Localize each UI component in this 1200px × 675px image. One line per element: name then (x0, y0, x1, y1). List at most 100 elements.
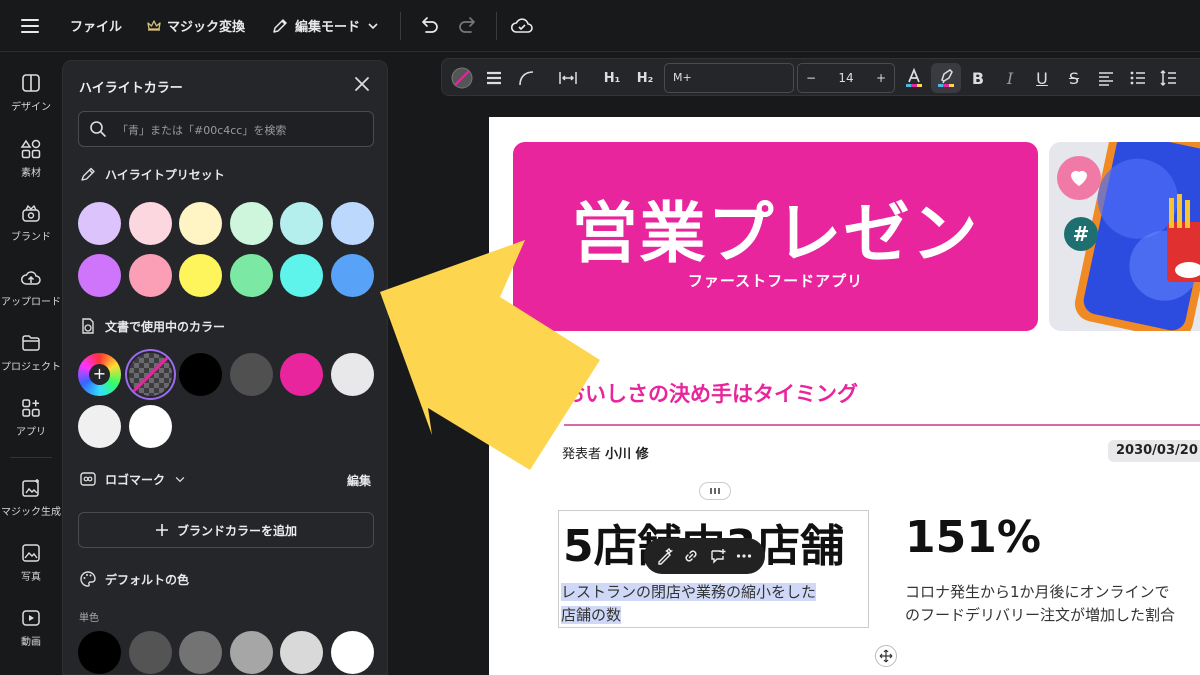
logo-heading[interactable]: ロゴマーク (79, 470, 187, 488)
strikethrough-button[interactable]: S (1060, 59, 1088, 97)
doc-swatch-7[interactable] (78, 405, 121, 448)
doc-swatch-8[interactable] (128, 405, 172, 448)
spacing-button[interactable] (554, 59, 582, 97)
doc-swatch-3[interactable] (179, 353, 222, 396)
banner-subtitle[interactable]: ファーストフードアプリ (513, 270, 1038, 291)
underline-button[interactable]: U (1028, 59, 1056, 97)
stat1-description[interactable]: レストランの閉店や業務の縮小をした 店舗の数 (561, 581, 817, 627)
folder-icon (22, 335, 40, 351)
palette-icon (80, 571, 96, 587)
preset-swatch-1[interactable] (78, 202, 121, 245)
increase-size-button[interactable]: + (876, 71, 886, 85)
date-badge[interactable]: 2030/03/20 (1108, 440, 1200, 462)
default-swatch-2[interactable] (128, 631, 172, 674)
preset-swatch-2[interactable] (128, 202, 172, 245)
magic-edit-icon[interactable] (656, 547, 674, 565)
add-brand-color-button[interactable]: ブランドカラーを追加 (78, 512, 374, 548)
grip-icon (710, 488, 720, 494)
stat2-description[interactable]: コロナ発生から1か月後にオンラインで のフードデリバリー注文が増加した割合 (905, 581, 1175, 627)
preset-swatch-11[interactable] (280, 254, 323, 297)
highlighter-icon (81, 167, 95, 181)
preset-swatch-7[interactable] (78, 254, 121, 297)
line-spacing-button[interactable] (1154, 59, 1182, 97)
move-handle[interactable] (875, 645, 897, 667)
preset-swatch-8[interactable] (128, 254, 172, 297)
doc-swatch-6[interactable] (330, 353, 374, 396)
file-menu[interactable]: ファイル (70, 0, 122, 52)
edit-mode-dropdown[interactable]: 編集モード (271, 0, 380, 52)
preset-swatch-4[interactable] (229, 202, 273, 245)
add-comment-icon[interactable] (709, 547, 727, 565)
heading1-button[interactable]: H₁ (598, 59, 626, 97)
default-swatch-5[interactable] (280, 631, 323, 674)
color-search-input[interactable] (117, 120, 367, 140)
highlight-color-button[interactable] (931, 63, 961, 93)
magic-generate-icon (22, 479, 39, 497)
preset-swatch-9[interactable] (179, 254, 222, 297)
bold-button[interactable]: B (964, 59, 992, 97)
rail-item-projects[interactable]: プロジェクト (0, 332, 62, 373)
rail-item-magic-generate[interactable]: マジック生成 (0, 477, 62, 518)
align-button[interactable] (1092, 59, 1120, 97)
preset-swatch-12[interactable] (330, 254, 374, 297)
doc-swatch-5[interactable] (280, 353, 323, 396)
highlight-swatch-button[interactable] (448, 59, 476, 97)
line-spacing-icon (1160, 69, 1176, 87)
transparent-swatch-icon (451, 67, 473, 89)
transparent-swatch-selected[interactable] (128, 353, 172, 396)
headline[interactable]: おいしさの決め手はタイミング (564, 378, 858, 408)
undo-icon[interactable] (414, 12, 442, 40)
default-swatch-4[interactable] (229, 631, 273, 674)
upload-icon (21, 271, 41, 285)
curve-icon (519, 71, 534, 86)
title-banner[interactable]: 営業プレゼン ファーストフードアプリ (513, 142, 1038, 331)
preset-swatch-6[interactable] (330, 202, 374, 245)
heading2-button[interactable]: H₂ (631, 59, 659, 97)
link-icon[interactable] (682, 547, 700, 565)
close-icon[interactable] (353, 75, 371, 93)
text-color-button[interactable] (900, 59, 928, 97)
rail-item-upload[interactable]: アップロード (0, 267, 62, 308)
doc-swatch-4[interactable] (229, 353, 273, 396)
pencil-icon (273, 18, 287, 33)
list-button[interactable] (1124, 59, 1152, 97)
edit-link[interactable]: 編集 (347, 472, 371, 489)
decrease-size-button[interactable]: − (806, 71, 816, 85)
chevron-down-icon (175, 477, 185, 483)
menu-icon[interactable] (18, 14, 42, 38)
crown-icon (147, 19, 161, 31)
corner-radius-button[interactable] (512, 59, 540, 97)
magic-switch-button[interactable]: マジック変換 (147, 0, 245, 52)
rail-item-design[interactable]: デザイン (0, 72, 62, 113)
line-weight-button[interactable] (480, 59, 508, 97)
font-selector[interactable]: M+ (664, 63, 794, 93)
redo-icon[interactable] (455, 12, 483, 40)
italic-button[interactable]: I (996, 59, 1024, 97)
highlight-color-panel: ハイライトカラー ハイライトプリセット 文書で使用中のカラー + ロゴマーク 編… (62, 60, 388, 675)
preset-swatch-3[interactable] (179, 202, 222, 245)
rail-item-photos[interactable]: 写真 (0, 542, 62, 583)
cloud-saved-icon[interactable] (508, 12, 536, 40)
rail-item-brand[interactable]: ブランド (0, 202, 62, 243)
divider (400, 12, 401, 40)
default-swatch-3[interactable] (179, 631, 222, 674)
preset-swatch-5[interactable] (280, 202, 323, 245)
default-swatch-1[interactable] (78, 631, 121, 674)
phone-graphic: # (1049, 142, 1200, 331)
add-custom-color-swatch[interactable]: + (78, 353, 121, 396)
preset-heading: ハイライトプリセット (79, 165, 225, 183)
text-format-toolbar: H₁ H₂ M+ − 14 + B I U S (441, 58, 1200, 96)
rail-item-videos[interactable]: 動画 (0, 607, 62, 648)
drag-handle[interactable] (699, 482, 731, 500)
rail-item-elements[interactable]: 素材 (0, 138, 62, 179)
banner-title[interactable]: 営業プレゼン (513, 180, 1038, 276)
default-swatch-6[interactable] (330, 631, 374, 674)
preset-swatch-10[interactable] (229, 254, 273, 297)
font-size-value[interactable]: 14 (838, 71, 853, 85)
presenter-line[interactable]: 発表者 小川 修 (562, 443, 649, 462)
rail-item-apps[interactable]: アプリ (0, 397, 62, 438)
phone-illustration[interactable]: # (1049, 142, 1200, 331)
more-icon[interactable] (735, 547, 753, 565)
stat2-value[interactable]: 151% (905, 512, 1041, 563)
logo-mark-icon (80, 472, 96, 486)
